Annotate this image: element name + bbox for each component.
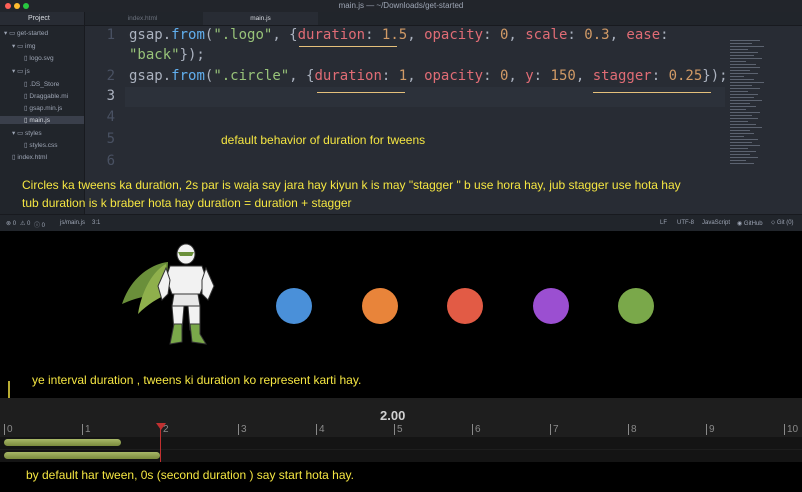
code-line-1-wrap: "back"}); [129, 47, 205, 63]
code-editor-window: main.js — ~/Downloads/get-started Projec… [0, 0, 802, 231]
folder-icon: ▭ [17, 43, 26, 50]
code-line-2: gsap.from(".circle", {duration: 1, opaci… [129, 68, 728, 84]
tween-bar-1[interactable] [4, 439, 121, 446]
status-github[interactable]: ◉ GitHub [737, 220, 763, 227]
minimap[interactable] [728, 25, 802, 214]
timeline-tick-label: 4 [316, 424, 325, 435]
minimize-window-button[interactable] [14, 3, 20, 9]
tree-item-index-html[interactable]: ▯ index.html [12, 153, 47, 161]
highlight-underline [317, 92, 405, 94]
warning-icon: ⚠ [20, 221, 28, 227]
status-grammar[interactable]: JavaScript [702, 220, 730, 226]
annotation-interval-duration: ye interval duration , tweens ki duratio… [32, 373, 362, 387]
line-number: 1 [106, 27, 115, 43]
circle-3 [447, 288, 483, 324]
tween-bar-2[interactable] [4, 452, 160, 459]
timeline-tick-label: 8 [628, 424, 637, 435]
circle-4 [533, 288, 569, 324]
tree-item-styles-css[interactable]: ▯ styles.css [24, 141, 58, 149]
tab-index-html[interactable]: index.html [85, 12, 200, 25]
maximize-window-button[interactable] [23, 3, 29, 9]
timeline-tick-label: 6 [472, 424, 481, 435]
tree-item-logo-svg[interactable]: ▯ logo.svg [24, 54, 54, 62]
status-encoding[interactable]: UTF-8 [677, 220, 694, 226]
status-bar: ⊗ 0 ⚠ 0 ⓘ 0 js/main.js 3:1 LF UTF-8 Java… [0, 214, 802, 231]
tree-item-main-js[interactable]: ▯ main.js [0, 116, 84, 124]
current-line-highlight [125, 87, 725, 107]
tree-item-styles[interactable]: ▾ ▭ styles [12, 129, 42, 137]
tree-item-gsap[interactable]: ▯ gsap.min.js [24, 104, 62, 112]
line-number: 3 [106, 88, 115, 104]
gsdevtools-timeline[interactable]: 2.00 0 1 2 3 4 5 6 7 8 9 10 [0, 398, 802, 462]
highlight-underline [593, 92, 711, 94]
folder-icon: ▭ [9, 30, 18, 37]
annotation-duration-behavior: default behavior of duration for tweens [221, 133, 426, 147]
playhead-handle[interactable] [156, 423, 166, 430]
timeline-tick-label: 9 [706, 424, 715, 435]
circle-5 [618, 288, 654, 324]
line-number: 5 [106, 131, 115, 147]
timeline-tick-label: 7 [550, 424, 559, 435]
tree-item-ds-store[interactable]: ▯ .DS_Store [24, 80, 59, 88]
circle-1 [276, 288, 312, 324]
tree-item-get-started[interactable]: ▾ ▭ get-started [4, 29, 48, 37]
close-window-button[interactable] [5, 3, 11, 9]
timeline-tick-label: 0 [4, 424, 13, 435]
tree-item-js[interactable]: ▾ ▭ js [12, 67, 30, 75]
tree-item-draggable[interactable]: ▯ Draggable.mi [24, 92, 68, 100]
highlight-underline [299, 46, 397, 48]
timeline-tick-label: 1 [82, 424, 91, 435]
project-tree-header[interactable]: Project [0, 12, 84, 26]
code-line-1: gsap.from(".logo", {duration: 1.5, opaci… [129, 27, 669, 43]
status-line-ending[interactable]: LF [660, 220, 667, 226]
status-file-path[interactable]: js/main.js [60, 220, 85, 226]
annotation-default-start: by default har tween, 0s (second duratio… [26, 468, 354, 482]
error-icon: ⊗ [6, 221, 13, 227]
line-number: 2 [106, 68, 115, 84]
timeline-tick-label: 10 [784, 424, 798, 435]
github-icon: ◉ [737, 221, 744, 227]
timeline-playhead[interactable] [160, 427, 161, 462]
line-number: 6 [106, 153, 115, 169]
timeline-current-time: 2.00 [380, 408, 406, 423]
folder-icon: ▭ [17, 68, 26, 75]
timeline-tick-label: 3 [238, 424, 247, 435]
timeline-tick-label: 5 [394, 424, 403, 435]
annotation-stagger-line-2: tub duration is k braber hota hay durati… [22, 196, 352, 210]
info-icon: ⓘ [34, 223, 42, 229]
annotation-stagger-line-1: Circles ka tweens ka duration, 2s par is… [22, 178, 681, 192]
errors-indicator[interactable]: ⊗ 0 [6, 220, 16, 227]
status-cursor-position[interactable]: 3:1 [92, 220, 100, 226]
tab-main-js[interactable]: main.js [203, 12, 318, 25]
warnings-indicator[interactable]: ⚠ 0 [20, 220, 30, 227]
tree-item-img[interactable]: ▾ ▭ img [12, 42, 36, 50]
superhero-logo [122, 243, 215, 345]
editor-tab-bar: index.html main.js [85, 12, 802, 26]
folder-icon: ▭ [17, 130, 26, 137]
window-title: main.js — ~/Downloads/get-started [338, 1, 464, 10]
infos-indicator[interactable]: ⓘ 0 [34, 220, 45, 229]
circle-2 [362, 288, 398, 324]
line-number: 4 [106, 109, 115, 125]
status-git[interactable]: ⬦ Git (0) [771, 220, 794, 227]
